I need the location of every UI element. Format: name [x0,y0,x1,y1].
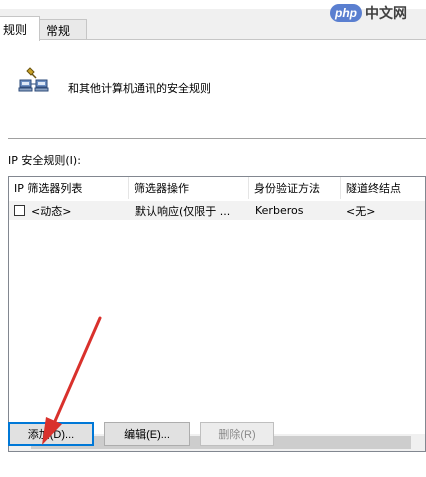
cell-filter-action: 默认响应(仅限于 ... [135,204,231,218]
tab-general-label: 常规 [46,23,71,38]
watermark-text: 中文网 [365,5,407,21]
watermark-logo: php 中文网 [330,2,426,24]
section-divider [8,138,426,139]
rules-list[interactable]: IP 筛选器列表 筛选器操作 身份验证方法 隧道终结点 <动态> 默认响应(仅限… [8,176,426,452]
cell-tunnel-endpoint: <无> [346,204,376,218]
header-description: 和其他计算机通讯的安全规则 [68,82,211,95]
column-header-filter-action[interactable]: 筛选器操作 [129,177,249,199]
edit-button[interactable]: 编辑(E)... [104,422,190,446]
column-header-tunnel-endpoint[interactable]: 隧道终结点 [341,177,425,199]
cell-filter-list: <动态> [31,204,72,218]
table-row[interactable]: <动态> 默认响应(仅限于 ... Kerberos <无> [9,201,425,220]
rules-panel: 和其他计算机通讯的安全规则 IP 安全规则(I): IP 筛选器列表 筛选器操作… [0,39,426,477]
tab-rules[interactable]: 规则 [0,16,40,41]
rule-checkbox[interactable] [14,205,25,216]
column-header-filter-list[interactable]: IP 筛选器列表 [9,177,129,199]
network-computers-icon [18,67,49,92]
tab-general[interactable]: 常规 [39,19,87,40]
remove-button[interactable]: 删除(R) [200,422,274,446]
add-button[interactable]: 添加(D)... [8,422,94,446]
tab-rules-label: 规则 [3,22,28,37]
column-header-auth-method[interactable]: 身份验证方法 [249,177,341,199]
ip-security-rules-label: IP 安全规则(I): [8,154,81,167]
watermark-badge: php [330,4,362,22]
cell-auth-method: Kerberos [255,204,304,217]
